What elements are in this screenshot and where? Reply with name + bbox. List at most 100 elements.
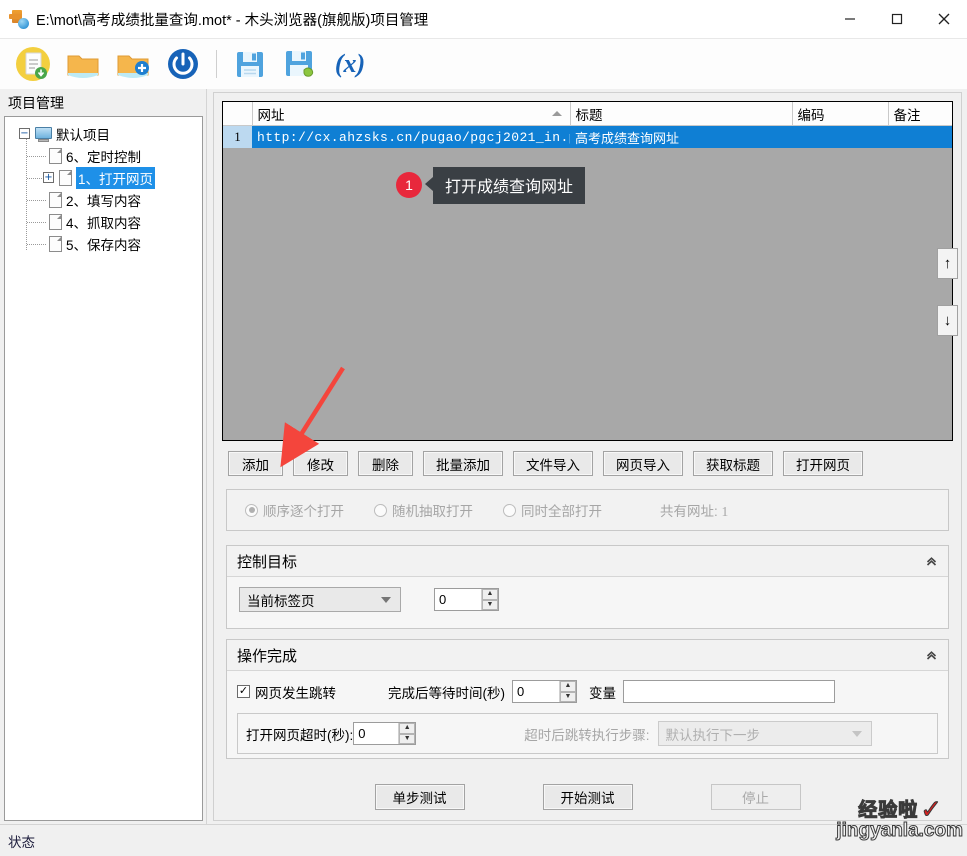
sidebar-item-label: 6、定时控制 xyxy=(66,150,142,165)
sidebar-item-fill-content[interactable]: 2、填写内容 xyxy=(5,189,202,211)
sidebar-item-open-page[interactable]: + 1、打开网页 xyxy=(5,167,202,189)
svg-text:(x): (x) xyxy=(335,49,365,78)
stepper-buttons[interactable]: ▲ ▼ xyxy=(398,723,416,744)
save-as-icon[interactable] xyxy=(277,41,323,87)
radio-open-all[interactable]: 同时全部打开 xyxy=(503,500,602,520)
url-table-grid: 网址 标题 编码 备注 1 http://cx.ahzsks.cn/pugao/… xyxy=(223,102,952,148)
window-title: E:\mot\高考成绩批量查询.mot* - 木头浏览器(旗舰版)项目管理 xyxy=(36,12,429,29)
tree-node-root[interactable]: − 默认项目 xyxy=(5,123,202,145)
stepper-up-icon[interactable]: ▲ xyxy=(560,681,576,692)
stepper-up-icon[interactable]: ▲ xyxy=(399,723,416,734)
document-icon xyxy=(49,214,62,230)
table-row[interactable]: 1 http://cx.ahzsks.cn/pugao/pgcj2021_in.… xyxy=(223,125,952,148)
column-header-remark[interactable]: 备注 xyxy=(888,102,952,126)
open-timeout-label: 打开网页超时(秒): xyxy=(246,727,354,743)
delete-button[interactable]: 删除 xyxy=(358,451,413,476)
open-project-icon[interactable] xyxy=(60,41,106,87)
radio-sequential-open[interactable]: 顺序逐个打开 xyxy=(245,500,344,520)
redirect-checkbox[interactable]: ✓ 网页发生跳转 xyxy=(237,682,336,702)
tree-branch-line xyxy=(27,222,47,223)
open-mode-panel: 顺序逐个打开 随机抽取打开 同时全部打开 共有网址: 1 xyxy=(226,489,949,531)
step-editor-panel: 网址 标题 编码 备注 1 http://cx.ahzsks.cn/pugao/… xyxy=(207,89,967,825)
stepper-buttons[interactable]: ▲ ▼ xyxy=(481,589,498,610)
file-import-button[interactable]: 文件导入 xyxy=(513,451,593,476)
stepper-down-icon[interactable]: ▼ xyxy=(399,733,416,744)
get-title-button[interactable]: 获取标题 xyxy=(693,451,773,476)
control-target-header[interactable]: 控制目标 xyxy=(227,546,948,577)
node-expander-icon[interactable]: + xyxy=(43,172,54,183)
edit-button[interactable]: 修改 xyxy=(293,451,348,476)
radio-label: 同时全部打开 xyxy=(521,504,602,519)
add-button[interactable]: 添加 xyxy=(228,451,283,476)
open-webpage-button[interactable]: 打开网页 xyxy=(783,451,863,476)
sidebar-item-label: 4、抓取内容 xyxy=(66,216,142,231)
total-label: 共有网址: xyxy=(660,504,718,519)
project-tree[interactable]: − 默认项目 6、定时控制 + 1、打开网页 2、填写内容 4、抓取内容 5、保… xyxy=(4,116,203,821)
radio-dot-icon xyxy=(245,503,258,517)
stepper-up-icon[interactable]: ▲ xyxy=(482,589,498,600)
toolbar-separator xyxy=(216,50,217,78)
redirect-checkbox-label: 网页发生跳转 xyxy=(255,685,336,701)
start-test-button[interactable]: 开始测试 xyxy=(542,784,633,810)
column-label-url: 网址 xyxy=(257,107,285,123)
column-header-rownum[interactable] xyxy=(223,102,253,126)
webpage-import-button[interactable]: 网页导入 xyxy=(603,451,683,476)
column-header-url[interactable]: 网址 xyxy=(252,102,571,126)
timeout-step-value: 默认执行下一步 xyxy=(665,727,761,743)
stepper-down-icon[interactable]: ▼ xyxy=(482,599,498,610)
maximize-button[interactable] xyxy=(873,0,920,38)
chevron-double-up-icon[interactable] xyxy=(924,554,938,568)
radio-random-open[interactable]: 随机抽取打开 xyxy=(374,500,473,520)
project-panel: 项目管理 − 默认项目 6、定时控制 + 1、打开网页 2、填写内容 4、抓取内… xyxy=(0,89,207,825)
watermark-check-icon: ✓ xyxy=(920,794,944,824)
wait-time-label: 完成后等待时间(秒) xyxy=(388,685,505,701)
save-icon[interactable] xyxy=(227,41,273,87)
target-index-value: 0 xyxy=(439,592,447,607)
panel-title: 项目管理 xyxy=(8,95,64,111)
wait-time-stepper[interactable]: 0 ▲ ▼ xyxy=(512,680,577,703)
sidebar-item-grab-content[interactable]: 4、抓取内容 xyxy=(5,211,202,233)
add-project-icon[interactable] xyxy=(110,41,156,87)
variable-field[interactable] xyxy=(623,680,835,703)
tree-root-label: 默认项目 xyxy=(56,128,110,143)
sidebar-item-timer[interactable]: 6、定时控制 xyxy=(5,145,202,167)
monitor-icon xyxy=(35,126,52,142)
group-title: 控制目标 xyxy=(237,553,298,571)
row-url: http://cx.ahzsks.cn/pugao/pgcj2021_in.ph… xyxy=(252,125,570,148)
radio-dot-icon xyxy=(503,503,516,517)
new-project-icon[interactable] xyxy=(10,41,56,87)
close-button[interactable] xyxy=(920,0,967,38)
timeout-step-label: 超时后跳转执行步骤: xyxy=(524,727,650,743)
root-expander-icon[interactable]: − xyxy=(19,128,30,139)
open-timeout-stepper[interactable]: 0 ▲ ▼ xyxy=(353,722,417,745)
row-encoding xyxy=(792,125,888,148)
variable-label: 变量 xyxy=(589,685,616,701)
variable-icon[interactable]: (x) xyxy=(327,41,373,87)
operation-done-header[interactable]: 操作完成 xyxy=(227,640,948,671)
document-icon xyxy=(49,148,62,164)
checkbox-check-icon: ✓ xyxy=(237,685,250,698)
url-table[interactable]: 网址 标题 编码 备注 1 http://cx.ahzsks.cn/pugao/… xyxy=(222,101,953,441)
step-editor-inner: 网址 标题 编码 备注 1 http://cx.ahzsks.cn/pugao/… xyxy=(213,92,962,821)
operation-done-row1: ✓ 网页发生跳转 完成后等待时间(秒) 0 ▲ ▼ 变量 xyxy=(237,680,938,703)
tree-branch-line xyxy=(27,156,47,157)
target-select[interactable]: 当前标签页 xyxy=(239,587,401,612)
stepper-buttons[interactable]: ▲ ▼ xyxy=(559,681,576,702)
target-select-value: 当前标签页 xyxy=(247,593,315,609)
move-row-up-button[interactable]: ↑ xyxy=(937,248,958,279)
table-header-row: 网址 标题 编码 备注 xyxy=(223,102,952,126)
power-icon[interactable] xyxy=(160,41,206,87)
step-test-button[interactable]: 单步测试 xyxy=(374,784,465,810)
control-target-body: 当前标签页 0 ▲ ▼ xyxy=(227,577,948,622)
column-header-encoding[interactable]: 编码 xyxy=(792,102,889,126)
minimize-button[interactable] xyxy=(826,0,873,38)
target-index-stepper[interactable]: 0 ▲ ▼ xyxy=(434,588,499,611)
radio-label: 随机抽取打开 xyxy=(392,504,473,519)
batch-add-button[interactable]: 批量添加 xyxy=(423,451,503,476)
sidebar-item-save-content[interactable]: 5、保存内容 xyxy=(5,233,202,255)
stop-button: 停止 xyxy=(710,784,801,810)
chevron-double-up-icon[interactable] xyxy=(924,648,938,662)
stepper-down-icon[interactable]: ▼ xyxy=(560,691,576,702)
column-header-title[interactable]: 标题 xyxy=(570,102,793,126)
move-row-down-button[interactable]: ↓ xyxy=(937,305,958,336)
